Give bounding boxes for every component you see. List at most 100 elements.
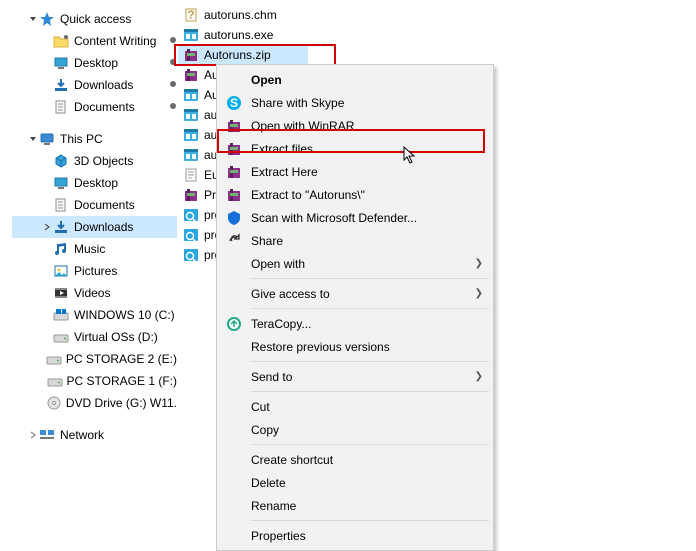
tree-label: Videos	[74, 286, 110, 300]
tree-item[interactable]: Content Writing	[12, 30, 177, 52]
ctx-share-skype[interactable]: SShare with Skype	[219, 91, 491, 114]
tree-label: Music	[74, 242, 105, 256]
tree-label: Network	[60, 428, 104, 442]
tree-item[interactable]: Pictures	[12, 260, 177, 282]
ctx-open[interactable]: Open	[219, 68, 491, 91]
ctx-extract-files[interactable]: Extract files...	[219, 137, 491, 160]
tree-label: Downloads	[74, 220, 133, 234]
tree-label: Content Writing	[74, 34, 156, 48]
exe-pe-icon	[182, 207, 200, 223]
ctx-rename[interactable]: Rename	[219, 494, 491, 517]
tree-this-pc[interactable]: This PC	[12, 128, 177, 150]
chevron-down-icon	[28, 15, 38, 23]
tree-label: Downloads	[74, 78, 133, 92]
pc-icon	[38, 131, 56, 147]
ctx-properties[interactable]: Properties	[219, 524, 491, 547]
winrar-icon	[223, 141, 245, 157]
tree-item[interactable]: DVD Drive (G:) W11.	[12, 392, 177, 414]
ctx-give-access[interactable]: Give access to❯	[219, 282, 491, 305]
network-icon	[38, 427, 56, 443]
exe-ar-icon	[182, 87, 200, 103]
tree-label: Quick access	[60, 12, 131, 26]
context-menu: Open SShare with Skype Open with WinRAR …	[216, 64, 494, 551]
tree-item[interactable]: Documents	[12, 96, 177, 118]
ctx-open-winrar[interactable]: Open with WinRAR	[219, 114, 491, 137]
exe-pe-icon	[182, 247, 200, 263]
ctx-restore-versions[interactable]: Restore previous versions	[219, 335, 491, 358]
ctx-create-shortcut[interactable]: Create shortcut	[219, 448, 491, 471]
pictures-icon	[52, 263, 70, 279]
tree-item[interactable]: Desktop	[12, 52, 177, 74]
ctx-scan-defender[interactable]: Scan with Microsoft Defender...	[219, 206, 491, 229]
exe-ar-icon	[182, 127, 200, 143]
ctx-extract-to[interactable]: Extract to "Autoruns\"	[219, 183, 491, 206]
file-item[interactable]: autoruns.exe	[178, 25, 308, 45]
tree-label: This PC	[60, 132, 103, 146]
ctx-copy[interactable]: Copy	[219, 418, 491, 441]
exe-ar-icon	[182, 147, 200, 163]
tree-item[interactable]: PC STORAGE 2 (E:)	[12, 348, 177, 370]
winrar-icon	[182, 47, 200, 63]
separator	[251, 361, 489, 362]
tree-item[interactable]: Downloads	[12, 74, 177, 96]
tree-label: Desktop	[74, 56, 118, 70]
file-item[interactable]: Autoruns.zip	[178, 45, 308, 65]
separator	[251, 520, 489, 521]
tree-label: Documents	[74, 100, 135, 114]
winrar-icon	[223, 118, 245, 134]
tree-item[interactable]: Virtual OSs (D:)	[12, 326, 177, 348]
skype-icon: S	[223, 95, 245, 111]
desktop-pin-icon	[52, 55, 70, 71]
exe-pe-icon	[182, 227, 200, 243]
file-item[interactable]: ?autoruns.chm	[178, 5, 308, 25]
cursor-icon	[403, 146, 419, 166]
ctx-cut[interactable]: Cut	[219, 395, 491, 418]
drive-icon	[46, 351, 62, 367]
teracopy-icon	[223, 316, 245, 332]
tree-item[interactable]: Music	[12, 238, 177, 260]
tree-item[interactable]: PC STORAGE 1 (F:)	[12, 370, 177, 392]
tree-item[interactable]: Documents	[12, 194, 177, 216]
tree-label: PC STORAGE 2 (E:)	[66, 352, 177, 366]
ctx-teracopy[interactable]: TeraCopy...	[219, 312, 491, 335]
desktop-icon	[52, 175, 70, 191]
ctx-share[interactable]: Share	[219, 229, 491, 252]
chm-icon: ?	[182, 7, 200, 23]
documents-pin-icon	[52, 99, 70, 115]
drive-win-icon	[52, 307, 70, 323]
tree-quick-access[interactable]: Quick access	[12, 8, 177, 30]
tree-item[interactable]: Downloads	[12, 216, 177, 238]
folder-pin-icon	[52, 33, 70, 49]
winrar-icon	[223, 164, 245, 180]
tree-label: Desktop	[74, 176, 118, 190]
file-label: autoruns.exe	[204, 28, 273, 42]
chevron-right-icon	[28, 431, 38, 439]
tree-item[interactable]: Videos	[12, 282, 177, 304]
3d-icon	[52, 153, 70, 169]
svg-text:?: ?	[187, 8, 194, 22]
nav-tree: Quick access Content Writing Desktop Downl…	[12, 8, 177, 446]
downloads-icon	[52, 219, 70, 235]
winrar-icon	[182, 67, 200, 83]
chevron-right-icon	[42, 223, 52, 231]
file-label: Autoruns.zip	[204, 48, 271, 62]
ctx-open-with[interactable]: Open with❯	[219, 252, 491, 275]
tree-item[interactable]: 3D Objects	[12, 150, 177, 172]
ctx-delete[interactable]: Delete	[219, 471, 491, 494]
videos-icon	[52, 285, 70, 301]
ctx-extract-here[interactable]: Extract Here	[219, 160, 491, 183]
shield-icon	[223, 210, 245, 226]
music-icon	[52, 241, 70, 257]
winrar-icon	[223, 187, 245, 203]
ctx-send-to[interactable]: Send to❯	[219, 365, 491, 388]
tree-item[interactable]: WINDOWS 10 (C:)	[12, 304, 177, 326]
tree-network[interactable]: Network	[12, 424, 177, 446]
tree-label: WINDOWS 10 (C:)	[74, 308, 175, 322]
dvd-icon	[46, 395, 62, 411]
separator	[251, 278, 489, 279]
svg-text:S: S	[230, 96, 238, 110]
documents-icon	[52, 197, 70, 213]
drive-icon	[47, 373, 63, 389]
tree-item[interactable]: Desktop	[12, 172, 177, 194]
tree-label: 3D Objects	[74, 154, 133, 168]
